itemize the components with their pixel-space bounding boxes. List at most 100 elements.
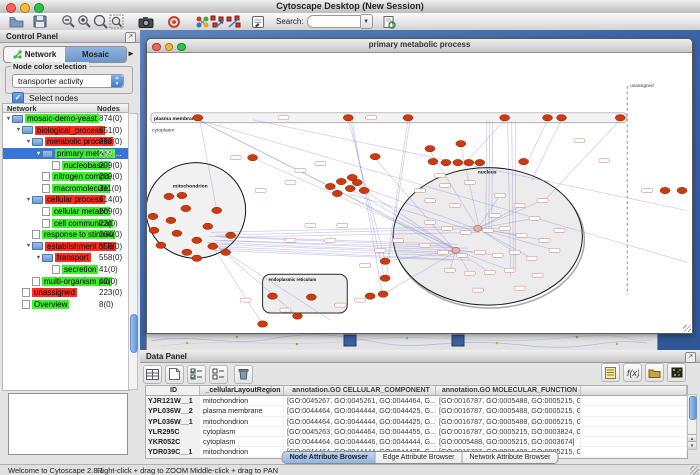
- tab-network-attribute-browser[interactable]: Network Attribute Browser: [462, 452, 557, 463]
- table-row[interactable]: YPL036W__2plasma membrane[GO:0044464, GO…: [146, 406, 687, 416]
- network-node[interactable]: [268, 293, 278, 299]
- table-row[interactable]: YPL036W__1mitochondrion[GO:0044464, GO:0…: [146, 417, 687, 427]
- network-node[interactable]: [453, 159, 463, 165]
- network-node[interactable]: [428, 158, 438, 164]
- network-node[interactable]: [177, 192, 187, 198]
- network-node[interactable]: [182, 249, 192, 255]
- network-node[interactable]: [193, 115, 203, 121]
- tab-mosaic[interactable]: Mosaic: [65, 47, 126, 62]
- network-node[interactable]: [166, 217, 176, 223]
- network-node[interactable]: [181, 205, 191, 211]
- float-panel-icon[interactable]: ↗: [125, 32, 136, 43]
- network-node[interactable]: [156, 242, 166, 248]
- app-resize-grip[interactable]: [690, 466, 699, 475]
- network-node[interactable]: [456, 140, 466, 146]
- tree-row[interactable]: nitrogen compo209(0): [3, 171, 129, 183]
- node-color-dropdown[interactable]: transporter activity ▲▼: [12, 74, 124, 88]
- tab-edge-attribute-browser[interactable]: Edge Attribute Browser: [376, 452, 463, 463]
- scrollbar-thumb[interactable]: [689, 396, 697, 420]
- network-node[interactable]: [149, 227, 159, 233]
- attribute-table-header[interactable]: ID _cellularLayoutRegion annotation.GO C…: [146, 386, 687, 396]
- vizmapper-icon[interactable]: [194, 14, 210, 29]
- network-node[interactable]: [475, 159, 485, 165]
- apply-layout-icon[interactable]: [210, 14, 226, 29]
- hub-node[interactable]: [452, 247, 460, 253]
- refresh-network-icon[interactable]: [381, 14, 397, 29]
- network-node[interactable]: [172, 230, 182, 236]
- network-node[interactable]: [306, 294, 316, 300]
- zoom-fit-icon[interactable]: [108, 14, 124, 29]
- tab-overflow-arrow[interactable]: ►: [127, 49, 135, 58]
- col-region[interactable]: _cellularLayoutRegion: [200, 386, 284, 395]
- network-node[interactable]: [543, 115, 553, 121]
- tree-row[interactable]: nucleobase-209(0): [3, 159, 129, 171]
- network-node[interactable]: [192, 237, 202, 243]
- network-node[interactable]: [660, 187, 670, 193]
- tree-row[interactable]: response to stimulu264(0): [3, 229, 129, 241]
- network-node[interactable]: [425, 145, 435, 151]
- apply-layout-alt-icon[interactable]: [226, 14, 242, 29]
- birdseye-view[interactable]: [8, 393, 128, 455]
- col-id[interactable]: ID: [146, 386, 200, 395]
- network-node[interactable]: [148, 213, 158, 219]
- tree-disclosure-icon[interactable]: ▼: [35, 151, 42, 157]
- attribute-table-icon[interactable]: [143, 365, 162, 384]
- scrollbar-thumb[interactable]: [130, 314, 138, 353]
- save-session-icon[interactable]: [32, 14, 48, 29]
- attribute-table-body[interactable]: YJR121W__1mitochondrion[GO:0045267, GO:0…: [146, 396, 687, 458]
- open-file-icon[interactable]: [8, 14, 24, 29]
- notes-icon[interactable]: [601, 363, 620, 382]
- tree-row[interactable]: unassigned223(0): [3, 287, 129, 299]
- col-cellular-component[interactable]: annotation.GO CELLULAR_COMPONENT: [284, 386, 436, 395]
- tree-row[interactable]: cell communicat22(0): [3, 217, 129, 229]
- network-node[interactable]: [212, 207, 222, 213]
- delete-attribute-icon[interactable]: [234, 365, 253, 384]
- network-node[interactable]: [677, 187, 687, 193]
- network-node[interactable]: [519, 158, 529, 164]
- zoom-selected-icon[interactable]: [92, 14, 108, 29]
- search-input[interactable]: [307, 15, 361, 28]
- network-node[interactable]: [203, 223, 213, 229]
- network-node[interactable]: [221, 249, 231, 255]
- search-dropdown-icon[interactable]: ▼: [361, 14, 373, 29]
- new-attribute-icon[interactable]: [165, 365, 184, 384]
- col-molecular-function[interactable]: annotation.GO MOLECULAR_FUNCTION: [436, 386, 581, 395]
- tree-row[interactable]: ▼metabolic process280(0): [3, 136, 129, 148]
- tree-column-header[interactable]: Network Nodes: [2, 103, 129, 113]
- float-panel-icon[interactable]: ↗: [685, 352, 696, 363]
- annotation-icon[interactable]: [250, 14, 266, 29]
- network-node[interactable]: [464, 159, 474, 165]
- control-panel-scrollbar[interactable]: [128, 113, 138, 390]
- tree-row[interactable]: multi-organism pro42(0): [3, 275, 129, 287]
- tree-row[interactable]: ▼biological_process651(0): [3, 125, 129, 137]
- tree-disclosure-icon[interactable]: ▼: [25, 243, 32, 249]
- tree-row[interactable]: Overview8(0): [3, 299, 129, 311]
- network-node[interactable]: [164, 193, 174, 199]
- hub-node[interactable]: [474, 225, 482, 231]
- network-canvas[interactable]: plasma membrane cytoplasm mitochondrion …: [147, 52, 690, 332]
- tree-row[interactable]: secretion41(0): [3, 264, 129, 276]
- tree-disclosure-icon[interactable]: ▼: [35, 255, 42, 261]
- network-view-window[interactable]: primary metabolic process plasma membran…: [146, 38, 693, 334]
- tab-network[interactable]: Network: [4, 47, 65, 62]
- table-scrollbar[interactable]: ▲ ▼: [687, 394, 697, 450]
- network-node[interactable]: [248, 154, 258, 160]
- help-lifering-icon[interactable]: [166, 14, 182, 29]
- snapshot-camera-icon[interactable]: [138, 14, 154, 29]
- tree-row[interactable]: cellular metabo209(0): [3, 206, 129, 218]
- tree-disclosure-icon[interactable]: ▼: [15, 127, 22, 133]
- network-node[interactable]: [258, 321, 268, 327]
- tree-row[interactable]: ▼mosaic-demo-yeast874(0): [3, 113, 129, 125]
- tree-row[interactable]: ▼cellular process614(0): [3, 194, 129, 206]
- network-node[interactable]: [370, 153, 380, 159]
- formula-builder-icon[interactable]: f(x): [623, 363, 642, 382]
- tree-row[interactable]: ▼transport558(0): [3, 252, 129, 264]
- network-node[interactable]: [441, 159, 451, 165]
- network-node[interactable]: [556, 115, 566, 121]
- network-node[interactable]: [615, 115, 625, 121]
- network-node[interactable]: [380, 275, 390, 281]
- import-attributes-icon[interactable]: [645, 363, 664, 382]
- network-node[interactable]: [365, 293, 375, 299]
- zoom-out-icon[interactable]: [60, 14, 76, 29]
- scroll-down-icon[interactable]: ▼: [688, 441, 696, 449]
